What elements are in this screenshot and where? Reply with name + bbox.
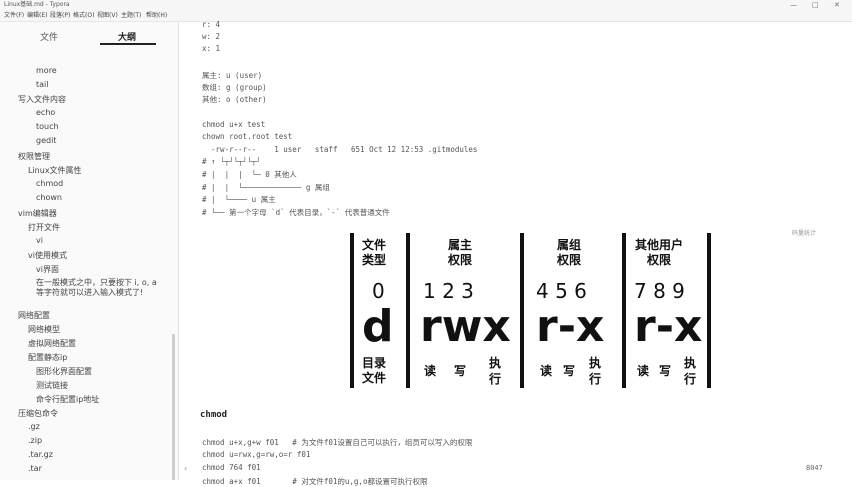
outline-item[interactable]: echo — [36, 108, 55, 117]
search-hint: 码量统计 — [792, 230, 817, 237]
code-line: chmod u+x test — [202, 120, 266, 129]
word-count[interactable]: 8047 — [806, 464, 823, 472]
code-line: r: 4 — [202, 20, 221, 29]
permission-table-image: 文件 类型 0 d 目录 文件 属主 权限 1 2 3 rwx 读 写 执 行 … — [350, 229, 711, 390]
outline-item[interactable]: .zip — [28, 436, 42, 445]
col-footer: 读 — [424, 364, 437, 378]
outline-item[interactable]: chmod — [36, 179, 63, 188]
code-line: 属主: u (user) — [202, 71, 263, 80]
window-title: Linux基础.md - Typora — [4, 1, 70, 8]
code-line: 数组: g (group) — [202, 83, 267, 92]
other-permissions: r-x — [634, 301, 703, 352]
menu-edit[interactable]: 编辑(E) — [27, 10, 47, 21]
code-line: # | | └───────────── g 属组 — [202, 183, 330, 192]
outline-item[interactable]: 在一般模式之中，只要按下 i, o, a 等字符就可以进入输入模式了! — [36, 278, 164, 298]
toggle-sidebar-icon[interactable]: ‹ — [184, 464, 187, 473]
menu-format[interactable]: 格式(O) — [73, 10, 94, 21]
code-line: # └── 第一个字母 `d` 代表目录，`-` 代表普通文件 — [202, 208, 390, 217]
outline-item[interactable]: vi使用模式 — [28, 250, 67, 261]
outline-item[interactable]: gedit — [36, 136, 56, 145]
outline-item[interactable]: 压缩包命令 — [18, 408, 58, 419]
col-footer: 写 — [659, 364, 672, 378]
outline-item[interactable]: 打开文件 — [28, 222, 60, 233]
outline-item[interactable]: 网络模型 — [28, 324, 60, 335]
bit-numbers: 0 — [372, 279, 385, 303]
table-divider — [350, 233, 354, 388]
outline-item[interactable]: Linux文件属性 — [28, 165, 82, 176]
col-header: 其他用户 权限 — [635, 238, 684, 267]
menu-paragraph[interactable]: 段落(P) — [50, 10, 70, 21]
outline-item[interactable]: .tar.gz — [28, 450, 53, 459]
active-tab-indicator — [100, 43, 156, 45]
bit-numbers: 1 2 3 — [423, 279, 474, 303]
col-footer: 行 — [589, 372, 602, 386]
outline-item[interactable]: 写入文件内容 — [18, 94, 66, 105]
col-header: 属组 权限 — [557, 238, 582, 267]
outline-item[interactable]: more — [36, 66, 57, 75]
outline-item[interactable]: 命令行配置ip地址 — [36, 394, 99, 405]
col-header: 文件 类型 — [362, 238, 387, 267]
outline-item[interactable]: 虚拟网络配置 — [28, 338, 76, 349]
sidebar: 文件 大纲 more tail 写入文件内容 echo touch gedit … — [0, 22, 179, 480]
tab-files[interactable]: 文件 — [40, 30, 58, 43]
sidebar-scrollbar[interactable] — [172, 334, 175, 480]
col-footer: 写 — [454, 364, 467, 378]
col-footer: 执 — [489, 356, 502, 370]
outline-item[interactable]: vi界面 — [36, 264, 59, 275]
code-line: x: 1 — [202, 44, 221, 53]
owner-permissions: rwx — [420, 301, 511, 352]
outline-item[interactable]: .tar — [28, 464, 42, 473]
code-line: chmod u+x,g+w f01 # 为文件f01设置自己可以执行，组员可以写… — [202, 438, 473, 447]
menu-theme[interactable]: 主题(T) — [121, 10, 141, 21]
col-footer: 行 — [684, 372, 697, 386]
outline-item[interactable]: touch — [36, 122, 59, 131]
outline-item[interactable]: vim编辑器 — [18, 208, 57, 219]
menu-help[interactable]: 帮助(H) — [146, 10, 167, 21]
minimize-icon[interactable]: — — [790, 0, 797, 10]
tab-outline[interactable]: 大纲 — [118, 30, 136, 43]
outline-item[interactable]: .gz — [28, 422, 40, 431]
type-char: d — [362, 301, 394, 352]
col-header: 属主 权限 — [448, 238, 473, 267]
table-divider — [406, 233, 410, 388]
col-footer: 执 — [684, 356, 697, 370]
code-line: chmod a+x f01 # 对文件f01的u,g,o都设置可执行权限 — [202, 477, 428, 486]
code-line: -rw-r--r-- 1 user staff 651 Oct 12 12:53… — [202, 145, 478, 154]
outline-item[interactable]: 测试链接 — [36, 380, 68, 391]
group-permissions: r-x — [536, 301, 605, 352]
outline-item[interactable]: 权限管理 — [18, 151, 50, 162]
menu-file[interactable]: 文件(F) — [4, 10, 24, 21]
menu-view[interactable]: 视图(V) — [97, 10, 118, 21]
outline-item[interactable]: tail — [36, 80, 48, 89]
code-line: # | └──── u 属主 — [202, 195, 276, 204]
col-footer: 目录 文件 — [362, 356, 387, 385]
section-heading: chmod — [200, 410, 228, 420]
code-line: w: 2 — [202, 32, 221, 41]
code-line: chown root.root test — [202, 132, 293, 141]
col-footer: 行 — [489, 372, 502, 386]
menu-bar: 文件(F) 编辑(E) 段落(P) 格式(O) 视图(V) 主题(T) 帮助(H… — [0, 10, 852, 22]
code-line: 其他: o (other) — [202, 95, 267, 104]
outline-item[interactable]: chown — [36, 193, 62, 202]
outline-item[interactable]: vi — [36, 236, 43, 245]
table-divider — [520, 233, 524, 388]
col-footer: 读 — [637, 364, 650, 378]
code-line: # ↑ └┬┘└┬┘└┬┘ — [202, 157, 261, 166]
col-footer: 读 — [540, 364, 553, 378]
code-line: # | | | └─ 0 其他人 — [202, 170, 297, 179]
maximize-icon[interactable]: □ — [812, 0, 819, 10]
bit-numbers: 7 8 9 — [634, 279, 685, 303]
table-divider — [622, 233, 626, 388]
outline-item[interactable]: 配置静态ip — [28, 352, 67, 363]
close-icon[interactable]: ✕ — [834, 0, 840, 10]
code-line: chmod u=rwx,g=rw,o=r f01 — [202, 450, 311, 459]
table-divider — [707, 233, 711, 388]
title-bar: Linux基础.md - Typora — □ ✕ — [0, 0, 852, 10]
col-footer: 执 — [589, 356, 602, 370]
bit-numbers: 4 5 6 — [536, 279, 587, 303]
outline-item[interactable]: 图形化界面配置 — [36, 366, 92, 377]
outline-item[interactable]: 网络配置 — [18, 310, 50, 321]
code-line: chmod 764 f01 — [202, 463, 261, 472]
col-footer: 写 — [563, 364, 576, 378]
